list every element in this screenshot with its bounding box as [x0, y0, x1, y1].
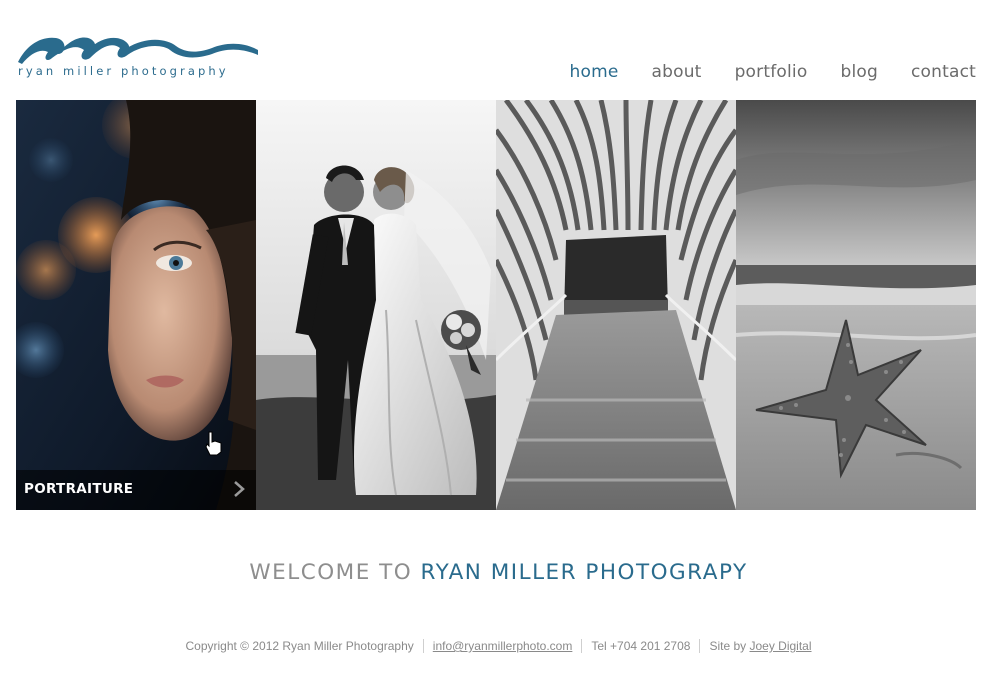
footer-site-by-prefix: Site by: [709, 639, 747, 653]
panel-caption[interactable]: PORTRAITURE: [16, 470, 256, 510]
architecture-photo: [496, 100, 736, 510]
footer-divider: [581, 639, 583, 653]
gallery-strip: PORTRAITURE: [16, 100, 976, 510]
gallery-panel-wedding[interactable]: [256, 100, 496, 510]
starfish-photo: [736, 100, 976, 510]
wedding-photo: [256, 100, 496, 510]
footer-phone: Tel +704 201 2708: [591, 639, 691, 653]
footer-site-by: Site by Joey Digital: [709, 639, 811, 653]
site-logo[interactable]: ryan miller photography: [16, 28, 261, 84]
footer-email-link[interactable]: info@ryanmillerphoto.com: [433, 639, 573, 653]
chevron-right-icon[interactable]: [232, 480, 246, 498]
gallery-panel-architecture[interactable]: [496, 100, 736, 510]
nav-item-portfolio[interactable]: portfolio: [735, 62, 808, 82]
nav-item-home[interactable]: home: [570, 62, 619, 82]
nav-item-about[interactable]: about: [652, 62, 702, 82]
welcome-prefix: WELCOME TO: [249, 560, 413, 585]
nav-item-blog[interactable]: blog: [840, 62, 878, 82]
caption-label: PORTRAITURE: [24, 481, 134, 497]
welcome-heading: WELCOME TO RYAN MILLER PHOTOGRAPY: [0, 560, 997, 585]
gallery-panel-portraiture[interactable]: PORTRAITURE: [16, 100, 256, 510]
portrait-photo: [16, 100, 256, 510]
welcome-brand: RYAN MILLER PHOTOGRAPY: [420, 560, 748, 585]
footer: Copyright © 2012 Ryan Miller Photography…: [0, 639, 997, 653]
footer-copyright: Copyright © 2012 Ryan Miller Photography: [185, 639, 414, 653]
logo-wave-icon: [18, 37, 258, 64]
nav-item-contact[interactable]: contact: [911, 62, 976, 82]
footer-site-by-link[interactable]: Joey Digital: [749, 639, 811, 653]
footer-divider: [699, 639, 701, 653]
logo-text: ryan miller photography: [18, 64, 229, 78]
gallery-panel-nature[interactable]: [736, 100, 976, 510]
footer-divider: [422, 639, 424, 653]
main-nav: home about portfolio blog contact: [570, 62, 977, 82]
